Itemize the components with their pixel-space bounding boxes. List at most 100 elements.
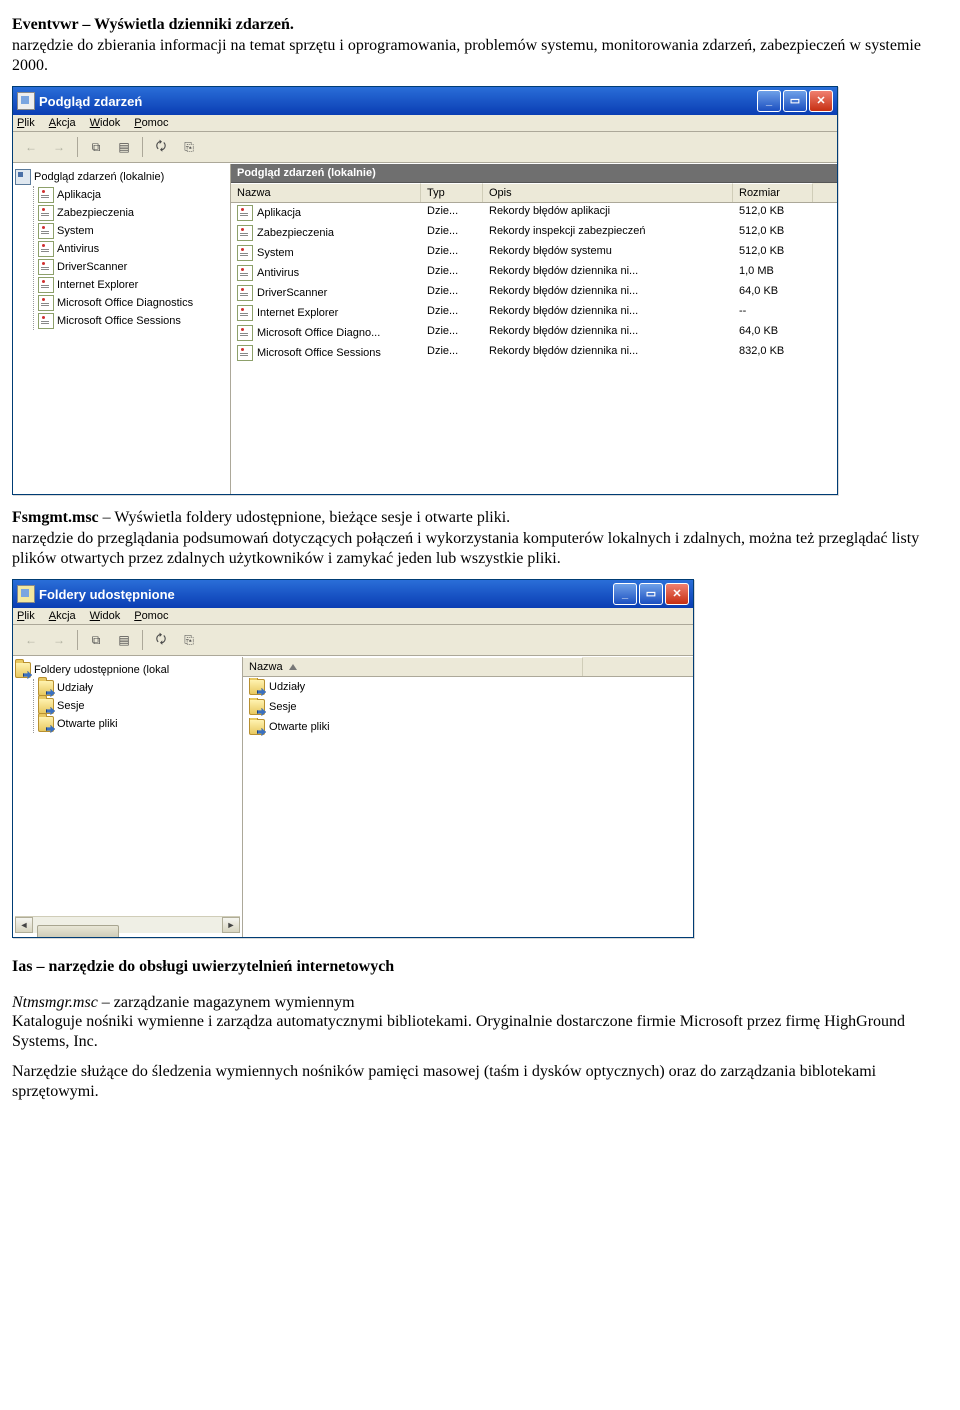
list-body[interactable]: AplikacjaDzie...Rekordy błędów aplikacji… [231, 203, 837, 494]
menu-action[interactable]: Akcja [49, 117, 76, 129]
tree-node[interactable]: Microsoft Office Diagnostics [38, 294, 228, 312]
list-row[interactable]: AntivirusDzie...Rekordy błędów dziennika… [231, 263, 837, 283]
eventvwr-body: narzędzie do zbierania informacji na tem… [12, 36, 948, 76]
tree-pane[interactable]: Foldery udostępnione (lokal Udziały Sesj… [13, 657, 243, 937]
section-eventvwr: Eventvwr – Wyświetla dzienniki zdarzeń. … [12, 16, 948, 76]
menu-view[interactable]: Widok [90, 610, 121, 622]
log-icon [237, 345, 253, 361]
maximize-button[interactable]: ▭ [639, 583, 663, 605]
tree-node[interactable]: Otwarte pliki [38, 715, 240, 733]
menu-help[interactable]: Pomoc [134, 117, 168, 129]
cell-type: Dzie... [421, 324, 483, 342]
menu-file[interactable]: Plik [17, 117, 35, 129]
list-row[interactable]: SystemDzie...Rekordy błędów systemu512,0… [231, 243, 837, 263]
menu-view[interactable]: Widok [90, 117, 121, 129]
tree-node[interactable]: Zabezpieczenia [38, 204, 228, 222]
ntmsmgr-heading: Ntmsmgr.msc [12, 994, 98, 1011]
shared-folder-icon [38, 716, 54, 732]
log-icon [38, 277, 54, 293]
col-desc[interactable]: Opis [483, 183, 733, 202]
cell-name: Microsoft Office Sessions [257, 347, 381, 359]
log-icon [38, 259, 54, 275]
cell-desc: Rekordy błędów dziennika ni... [483, 284, 733, 302]
maximize-button[interactable]: ▭ [783, 90, 807, 112]
col-name[interactable]: Nazwa [243, 657, 583, 676]
tree-root[interactable]: Podgląd zdarzeń (lokalnie) [15, 168, 228, 186]
menu-file[interactable]: Plik [17, 610, 35, 622]
tree-node[interactable]: Sesje [38, 697, 240, 715]
tree-label: Otwarte pliki [57, 718, 118, 730]
fsmgmt-heading-rest: – Wyświetla foldery udostępnione, bieżąc… [99, 509, 511, 526]
list-row[interactable]: Internet ExplorerDzie...Rekordy błędów d… [231, 303, 837, 323]
toolbar: ← → ⧉ ▤ 🗘 ⎘ [13, 132, 837, 163]
forward-icon: → [47, 135, 71, 159]
show-tree-icon[interactable]: ⧉ [84, 135, 108, 159]
horizontal-scrollbar[interactable]: ◄ ► [15, 916, 240, 933]
titlebar[interactable]: Foldery udostępnione _ ▭ ✕ [13, 580, 693, 608]
cell-desc: Rekordy błędów dziennika ni... [483, 264, 733, 282]
minimize-button[interactable]: _ [757, 90, 781, 112]
cell-desc: Rekordy błędów dziennika ni... [483, 344, 733, 362]
list-row[interactable]: Microsoft Office Diagno...Dzie...Rekordy… [231, 323, 837, 343]
tree-label: Aplikacja [57, 189, 101, 201]
ntmsmgr-body1: Kataloguje nośniki wymienne i zarządza a… [12, 1012, 948, 1052]
menubar: Plik Akcja Widok Pomoc [13, 608, 693, 625]
close-button[interactable]: ✕ [809, 90, 833, 112]
cell-size: 512,0 KB [733, 244, 813, 262]
list-row[interactable]: Udziały [243, 677, 693, 697]
tree-root[interactable]: Foldery udostępnione (lokal [15, 661, 240, 679]
properties-icon[interactable]: ▤ [112, 628, 136, 652]
menu-help[interactable]: Pomoc [134, 610, 168, 622]
titlebar[interactable]: Podgląd zdarzeń _ ▭ ✕ [13, 87, 837, 115]
col-type[interactable]: Typ [421, 183, 483, 202]
log-icon [237, 285, 253, 301]
list-row[interactable]: DriverScannerDzie...Rekordy błędów dzien… [231, 283, 837, 303]
tree-node[interactable]: Udziały [38, 679, 240, 697]
cell-name: DriverScanner [257, 287, 327, 299]
tree-node[interactable]: Internet Explorer [38, 276, 228, 294]
refresh-icon[interactable]: 🗘 [149, 135, 173, 159]
tree-node[interactable]: DriverScanner [38, 258, 228, 276]
list-header: Nazwa [243, 657, 693, 677]
col-size[interactable]: Rozmiar [733, 183, 813, 202]
scroll-left-icon[interactable]: ◄ [15, 917, 33, 933]
fsmgmt-heading: Fsmgmt.msc [12, 509, 99, 526]
tree-node[interactable]: System [38, 222, 228, 240]
list-row[interactable]: Sesje [243, 697, 693, 717]
list-row[interactable]: Otwarte pliki [243, 717, 693, 737]
menu-action[interactable]: Akcja [49, 610, 76, 622]
tree-node[interactable]: Aplikacja [38, 186, 228, 204]
log-icon [237, 225, 253, 241]
shared-folders-window: Foldery udostępnione _ ▭ ✕ Plik Akcja Wi… [12, 579, 694, 938]
close-button[interactable]: ✕ [665, 583, 689, 605]
section-fsmgmt: Fsmgmt.msc – Wyświetla foldery udostępni… [12, 509, 948, 569]
back-icon: ← [19, 135, 43, 159]
list-body[interactable]: UdziałySesjeOtwarte pliki [243, 677, 693, 937]
list-row[interactable]: Microsoft Office SessionsDzie...Rekordy … [231, 343, 837, 363]
cell-size: 512,0 KB [733, 224, 813, 242]
window-title: Foldery udostępnione [39, 587, 175, 602]
tree-node[interactable]: Antivirus [38, 240, 228, 258]
properties-icon[interactable]: ▤ [112, 135, 136, 159]
scroll-right-icon[interactable]: ► [222, 917, 240, 933]
tree-pane[interactable]: Podgląd zdarzeń (lokalnie) Aplikacja Zab… [13, 164, 231, 494]
log-icon [38, 187, 54, 203]
show-tree-icon[interactable]: ⧉ [84, 628, 108, 652]
refresh-icon[interactable]: 🗘 [149, 628, 173, 652]
list-row[interactable]: AplikacjaDzie...Rekordy błędów aplikacji… [231, 203, 837, 223]
col-name[interactable]: Nazwa [231, 183, 421, 202]
minimize-button[interactable]: _ [613, 583, 637, 605]
list-header: Nazwa Typ Opis Rozmiar [231, 183, 837, 203]
cell-type: Dzie... [421, 304, 483, 322]
export-icon[interactable]: ⎘ [177, 135, 201, 159]
list-row[interactable]: ZabezpieczeniaDzie...Rekordy inspekcji z… [231, 223, 837, 243]
log-icon [237, 305, 253, 321]
log-icon [38, 313, 54, 329]
toolbar-separator [77, 630, 78, 650]
scroll-thumb[interactable] [37, 925, 119, 937]
tree-label: Zabezpieczenia [57, 207, 134, 219]
tree-node[interactable]: Microsoft Office Sessions [38, 312, 228, 330]
help-icon[interactable]: ⎘ [177, 628, 201, 652]
log-icon [38, 205, 54, 221]
tree-label: Sesje [57, 700, 85, 712]
